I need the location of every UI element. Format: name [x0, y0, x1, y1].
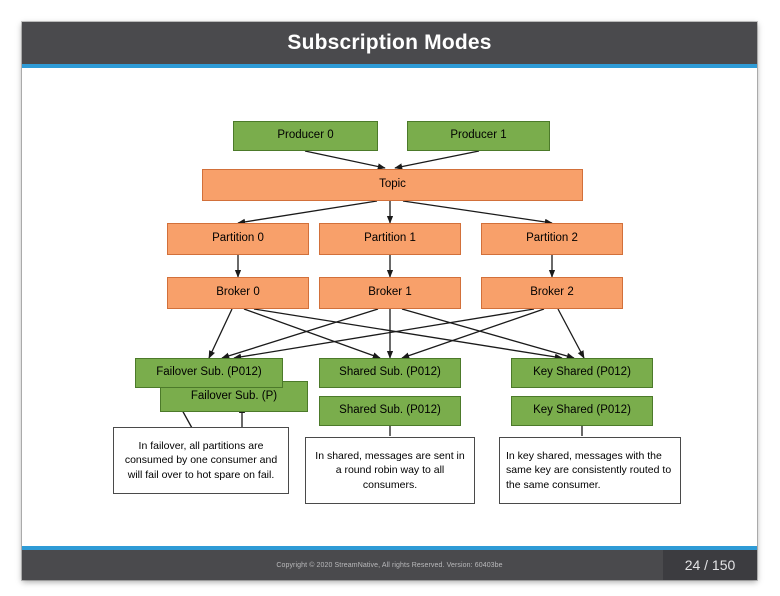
note-text: In key shared, messages with the same ke…: [506, 450, 672, 491]
copyright-text: Copyright © 2020 StreamNative, All right…: [276, 561, 503, 569]
node-label: Broker 2: [530, 286, 574, 299]
node-label: Partition 0: [212, 232, 264, 245]
page-title: Subscription Modes: [287, 31, 492, 54]
node-label: Failover Sub. (P012): [156, 366, 262, 379]
node-label: Key Shared (P012): [533, 366, 631, 379]
node-label: Producer 1: [450, 129, 507, 142]
node-broker-2[interactable]: Broker 2: [481, 277, 623, 309]
node-label: Producer 0: [277, 129, 334, 142]
node-producer-0[interactable]: Producer 0: [233, 121, 378, 151]
slide-viewer: Subscription Modes Producer 0 Producer 1…: [0, 0, 780, 596]
note-text: In shared, messages are sent in a round …: [315, 450, 465, 491]
node-topic[interactable]: Topic: [202, 169, 583, 201]
node-label: Partition 2: [526, 232, 578, 245]
node-partition-2[interactable]: Partition 2: [481, 223, 623, 255]
node-label: Key Shared (P012): [533, 404, 631, 417]
node-key-shared-2[interactable]: Key Shared (P012): [511, 396, 653, 426]
subscription-modes-diagram: Producer 0 Producer 1 Topic Partition 0 …: [22, 68, 757, 546]
node-label: Broker 0: [216, 286, 260, 299]
node-label: Shared Sub. (P012): [339, 404, 441, 417]
node-label: Shared Sub. (P012): [339, 366, 441, 379]
node-producer-1[interactable]: Producer 1: [407, 121, 550, 151]
node-failover-sub-1[interactable]: Failover Sub. (P012): [135, 358, 283, 388]
node-label: Broker 1: [368, 286, 412, 299]
node-label: Failover Sub. (P): [190, 389, 278, 402]
note-text: In failover, all partitions are consumed…: [124, 440, 278, 481]
note-key-shared: In key shared, messages with the same ke…: [499, 437, 681, 504]
node-key-shared-1[interactable]: Key Shared (P012): [511, 358, 653, 388]
node-label: Topic: [379, 178, 406, 191]
node-broker-1[interactable]: Broker 1: [319, 277, 461, 309]
node-label: Partition 1: [364, 232, 416, 245]
node-broker-0[interactable]: Broker 0: [167, 277, 309, 309]
slide-counter: 24 / 150: [663, 550, 757, 580]
node-shared-sub-2[interactable]: Shared Sub. (P012): [319, 396, 461, 426]
node-partition-0[interactable]: Partition 0: [167, 223, 309, 255]
node-partition-1[interactable]: Partition 1: [319, 223, 461, 255]
note-failover: In failover, all partitions are consumed…: [113, 427, 289, 494]
slide-frame: Subscription Modes Producer 0 Producer 1…: [22, 22, 757, 580]
node-shared-sub-1[interactable]: Shared Sub. (P012): [319, 358, 461, 388]
slide-footer: Copyright © 2020 StreamNative, All right…: [22, 550, 757, 580]
slide-header: Subscription Modes: [22, 22, 757, 64]
note-shared: In shared, messages are sent in a round …: [305, 437, 475, 504]
